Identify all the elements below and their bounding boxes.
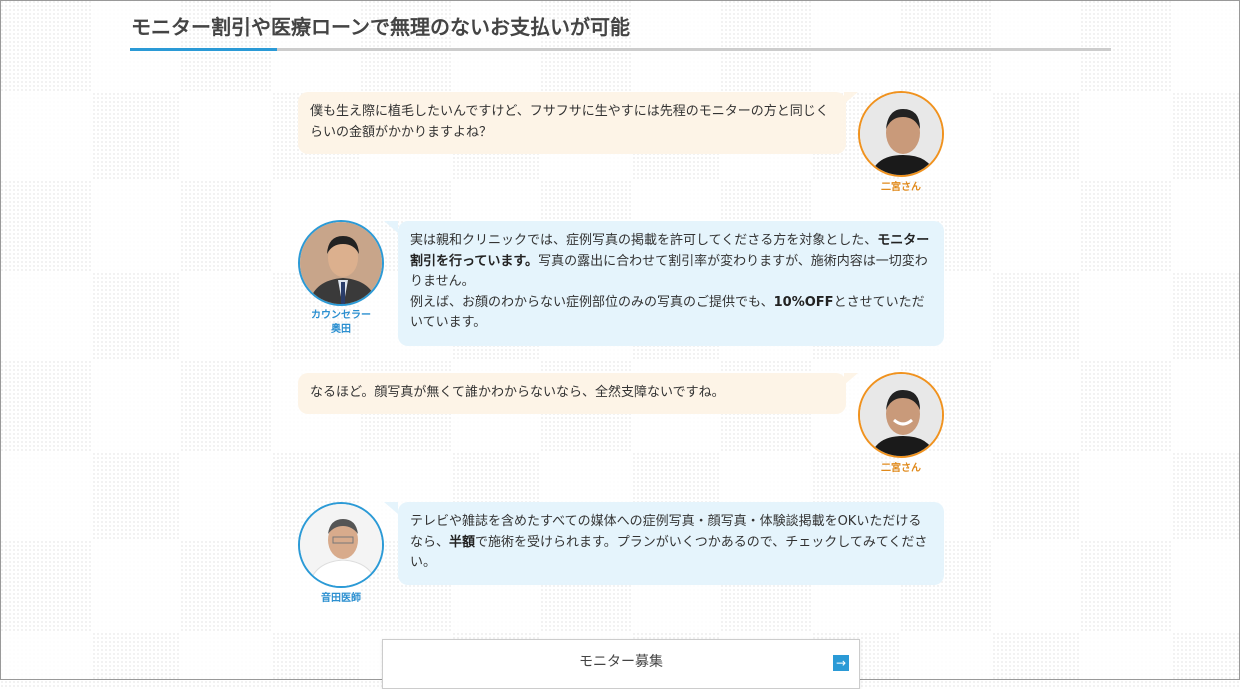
speaker-name: 音田医師 xyxy=(321,593,361,604)
speaker-name: カウンセラー 奥田 xyxy=(296,309,386,337)
message-text-bold: 10%OFF xyxy=(773,294,834,310)
message-text: 僕も生え際に植毛したいんですけど、フサフサに生やすには先程のモニターの方と同じく… xyxy=(310,104,829,140)
message-text: なるほど。顔写真が無くて誰かわからないなら、全然支障ないですね。 xyxy=(310,385,725,400)
title-underline xyxy=(130,48,1111,51)
speaker-name: 二宮さん xyxy=(881,182,921,193)
speaker-role: カウンセラー xyxy=(311,310,371,321)
message-text: 実は親和クリニックでは、症例写真の掲載を許可してくださる方を対象とした、 xyxy=(410,233,878,248)
speaker-name: 二宮さん xyxy=(881,463,921,474)
avatar-ninomiya xyxy=(858,91,944,177)
chat-bubble-doctor: テレビや雑誌を含めたすべての媒体への症例写真・顔写真・体験談掲載をOKいただける… xyxy=(384,502,944,585)
speaker-surname: 奥田 xyxy=(331,324,351,335)
chat-bubble-counselor: 実は親和クリニックでは、症例写真の掲載を許可してくださる方を対象とした、モニター… xyxy=(384,221,944,346)
chat-bubble-user: なるほど。顔写真が無くて誰かわからないなら、全然支障ないですね。 xyxy=(298,373,858,414)
arrow-right-icon: → xyxy=(833,655,849,671)
chat-bubble-user: 僕も生え際に植毛したいんですけど、フサフサに生やすには先程のモニターの方と同じく… xyxy=(298,92,858,154)
button-label: モニター募集 xyxy=(579,654,663,670)
monitor-recruit-button[interactable]: モニター募集 → xyxy=(382,639,860,689)
message-text: で施術を受けられます。プランがいくつかあるので、チェックしてみてください。 xyxy=(410,534,928,571)
avatar-ninomiya xyxy=(858,372,944,458)
message-text-bold: 半額 xyxy=(449,534,476,550)
avatar-counselor xyxy=(298,220,384,306)
avatar-doctor xyxy=(298,502,384,588)
section-title: モニター割引や医療ローンで無理のないお支払いが可能 xyxy=(131,15,630,39)
message-text: 例えば、お顔のわからない症例部位のみの写真のご提供でも、 xyxy=(410,294,774,310)
